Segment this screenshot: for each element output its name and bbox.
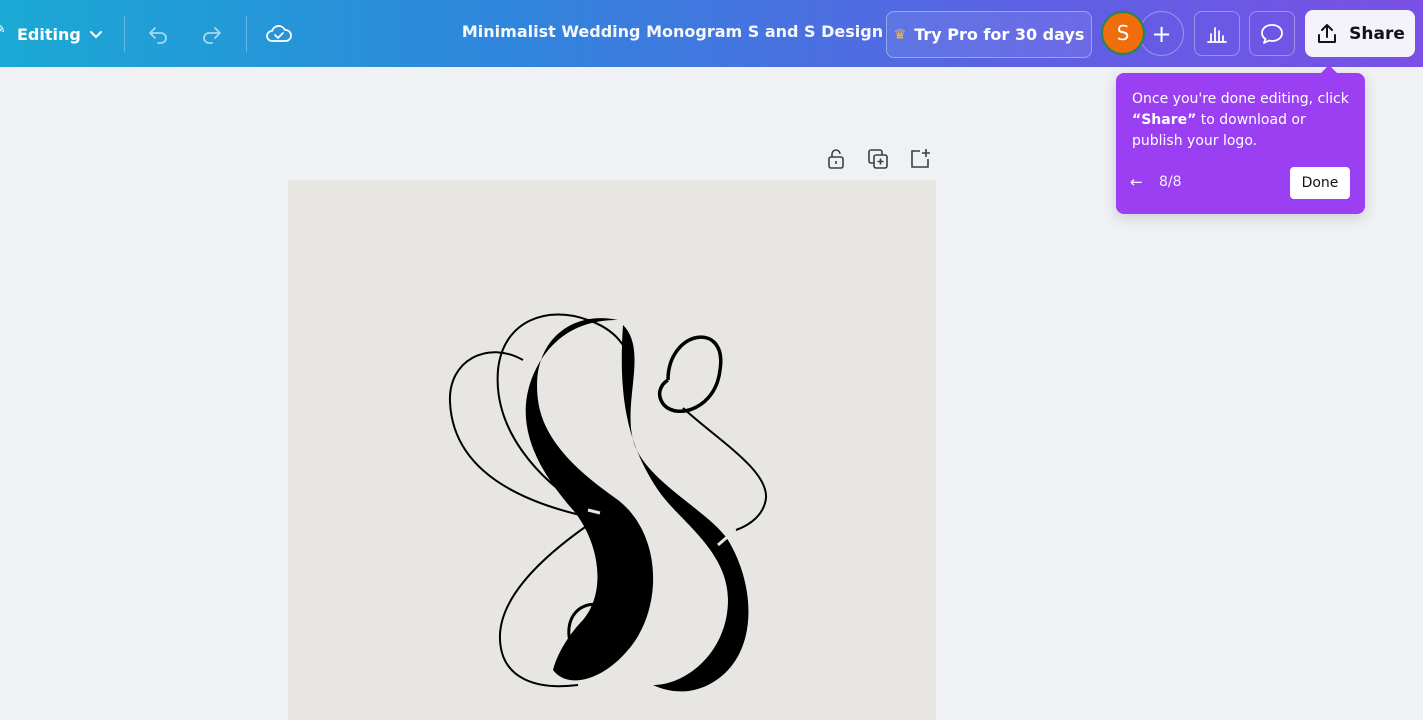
toolbar-divider <box>246 16 247 52</box>
document-title[interactable]: Minimalist Wedding Monogram S and S Desi… <box>462 22 883 41</box>
design-page[interactable] <box>288 180 936 720</box>
undo-button[interactable] <box>138 14 178 54</box>
tooltip-back-button[interactable]: ← <box>1130 173 1143 191</box>
add-page-button[interactable] <box>908 147 932 171</box>
top-toolbar: ✎ Editing Minimalist Wedding Monogram S … <box>0 0 1423 67</box>
lock-icon <box>828 149 844 169</box>
redo-button[interactable] <box>192 14 232 54</box>
add-collaborator-button[interactable]: + <box>1139 11 1184 56</box>
duplicate-page-icon <box>868 149 888 169</box>
editing-mode-label: Editing <box>17 24 81 44</box>
save-status-button[interactable] <box>259 14 299 54</box>
tooltip-text-line1: Once you're done editing, click <box>1132 91 1349 107</box>
crown-icon: ♛ <box>893 26 907 43</box>
tooltip-text-share: “Share” <box>1132 112 1197 128</box>
try-pro-button[interactable]: ♛ Try Pro for 30 days <box>886 11 1092 58</box>
comment-icon <box>1261 23 1283 44</box>
cloud-saved-icon <box>266 25 292 42</box>
comments-button[interactable] <box>1249 11 1295 56</box>
tooltip-done-button[interactable]: Done <box>1290 167 1350 199</box>
add-page-icon <box>911 149 930 168</box>
tooltip-caret <box>1320 65 1338 74</box>
toolbar-divider <box>124 16 125 52</box>
bar-chart-icon <box>1207 26 1227 43</box>
lock-page-button[interactable] <box>825 147 847 171</box>
onboarding-tooltip: Once you're done editing, click “Share” … <box>1116 65 1365 214</box>
chevron-down-icon <box>89 31 102 39</box>
share-button[interactable]: Share <box>1305 10 1415 57</box>
undo-icon <box>149 27 167 44</box>
try-pro-label: Try Pro for 30 days <box>914 25 1085 44</box>
share-label: Share <box>1349 23 1405 44</box>
tooltip-message: Once you're done editing, click “Share” … <box>1132 89 1354 152</box>
user-avatar[interactable]: S <box>1101 11 1145 55</box>
analytics-button[interactable] <box>1194 11 1240 56</box>
monogram-ss-logo[interactable] <box>288 180 936 711</box>
duplicate-page-button[interactable] <box>866 147 890 171</box>
redo-icon <box>203 27 221 44</box>
pencil-icon: ✎ <box>0 21 6 37</box>
tooltip-step-counter: 8/8 <box>1159 174 1182 190</box>
upload-icon <box>1318 23 1337 43</box>
editing-mode-dropdown[interactable]: ✎ Editing <box>0 17 103 51</box>
